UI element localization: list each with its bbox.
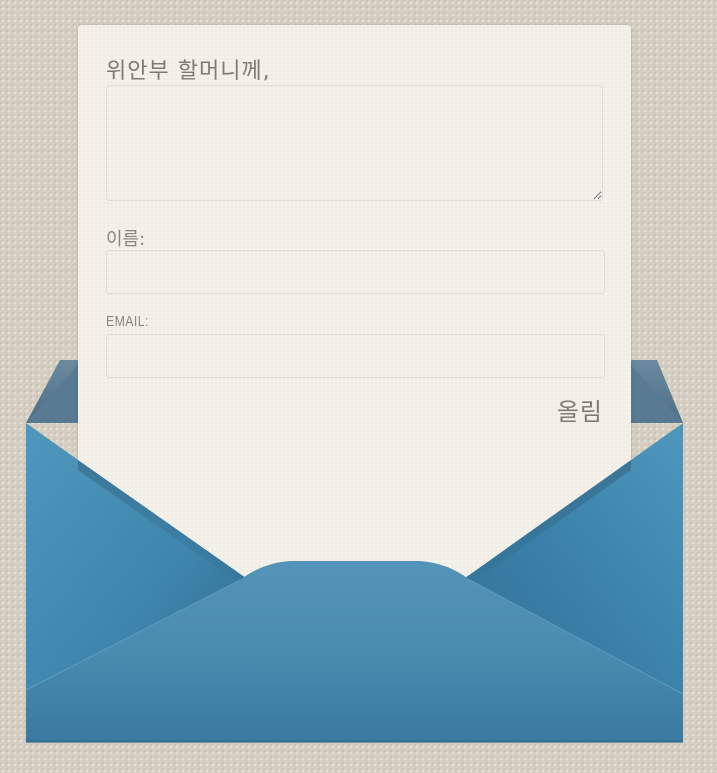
name-input[interactable] — [106, 250, 605, 294]
email-input[interactable] — [106, 334, 605, 378]
submit-button[interactable]: 올림 — [557, 392, 603, 427]
letter-paper: 위안부 할머니께, 이름: EMAIL: 올림 — [78, 25, 631, 585]
salutation-heading: 위안부 할머니께, — [106, 59, 271, 84]
message-textarea[interactable] — [106, 85, 603, 201]
email-label: EMAIL: — [106, 313, 149, 330]
name-label: 이름: — [106, 229, 146, 250]
letter-form-scene: 위안부 할머니께, 이름: EMAIL: 올림 — [0, 0, 717, 773]
